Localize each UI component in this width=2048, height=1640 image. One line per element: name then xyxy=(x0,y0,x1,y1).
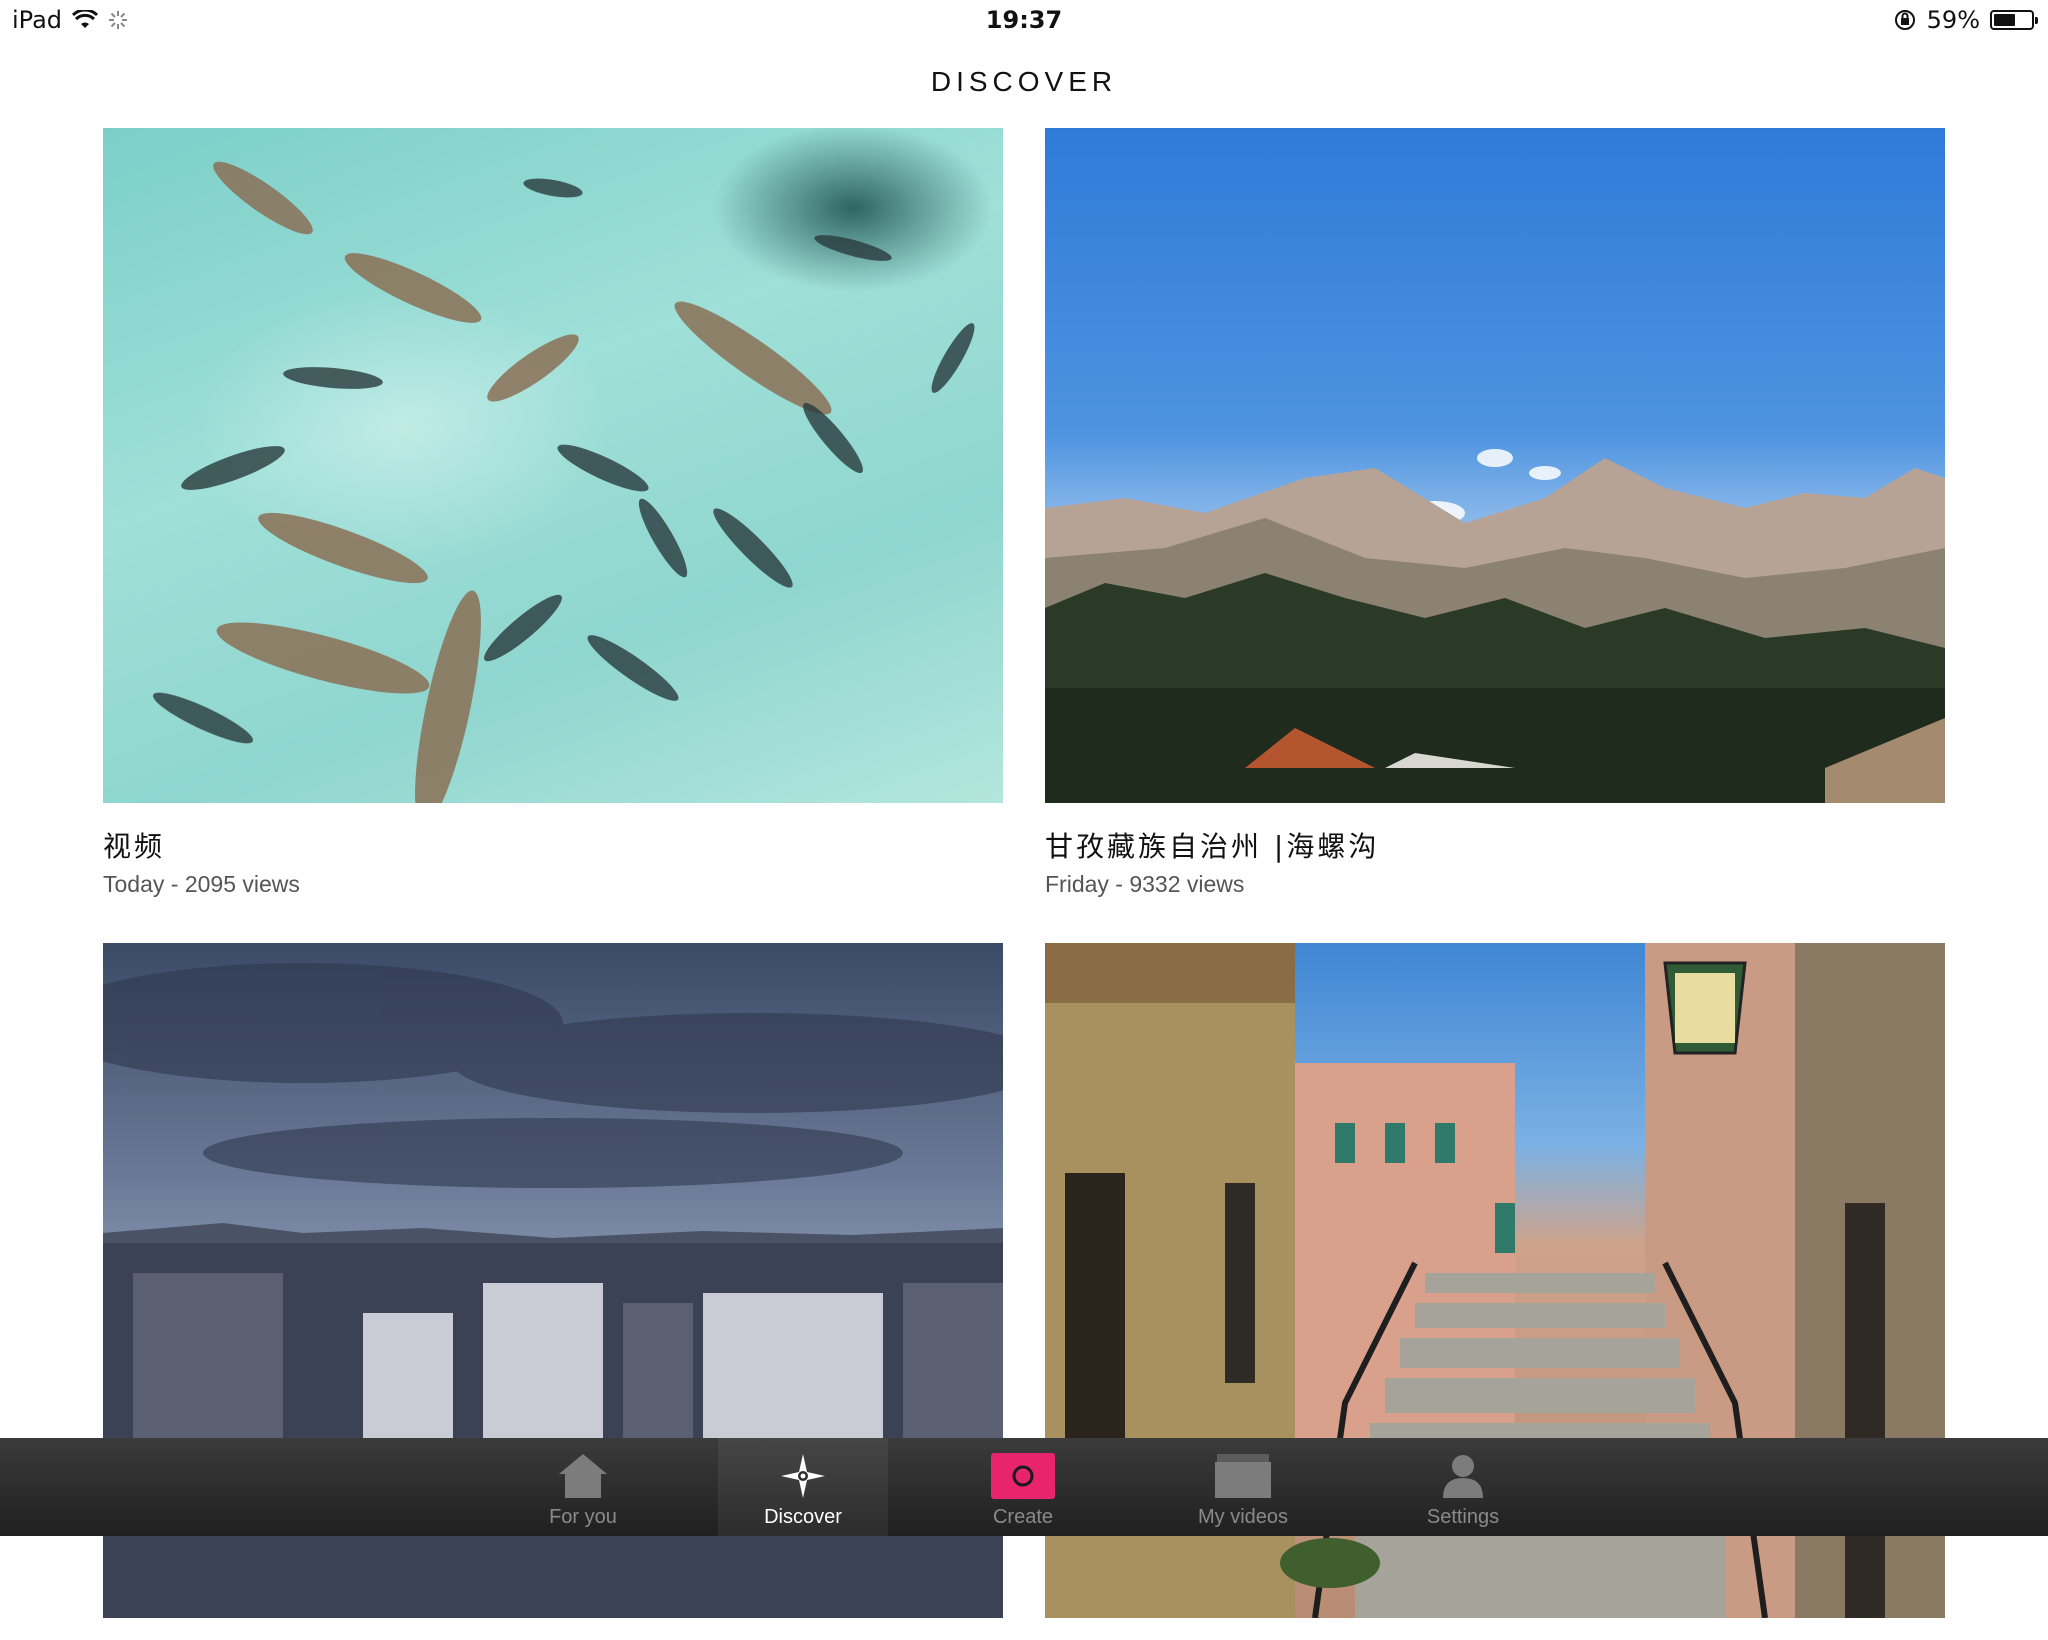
video-card[interactable]: 甘孜藏族自治州 |海螺沟 Friday - 9332 views xyxy=(1045,128,1945,898)
battery-level xyxy=(1994,14,2015,26)
tab-icon-wrap xyxy=(1158,1450,1328,1502)
status-time: 19:37 xyxy=(985,6,1063,34)
tab-icon-wrap xyxy=(938,1450,1108,1502)
tab-discover[interactable]: Discover xyxy=(718,1438,888,1536)
tab-icon-wrap xyxy=(1378,1450,1548,1502)
tab-label: My videos xyxy=(1197,1506,1289,1528)
video-title[interactable]: 甘孜藏族自治州 |海螺沟 xyxy=(1045,825,1945,865)
tab-icon-wrap xyxy=(718,1450,888,1502)
tab-label: Settings xyxy=(1426,1506,1500,1528)
house-icon xyxy=(559,1454,607,1498)
orientation-lock-icon xyxy=(1894,10,1915,30)
video-meta: Friday - 9332 views xyxy=(1045,871,1245,897)
tab-label: Discover xyxy=(764,1506,842,1528)
video-title[interactable]: 视频 xyxy=(103,825,1003,865)
video-thumbnail[interactable] xyxy=(103,128,1003,803)
mountain-image xyxy=(1045,449,1945,803)
status-bar: iPad 19:37 59% xyxy=(0,0,2048,44)
compass-star-icon xyxy=(781,1454,825,1498)
video-meta: Today - 2095 views xyxy=(103,871,300,897)
video-thumbnail[interactable] xyxy=(1045,128,1945,803)
sharks-image xyxy=(152,161,975,803)
tab-my-videos[interactable]: My videos xyxy=(1158,1438,1328,1536)
tab-bar: For you Discover Create My videos Settin… xyxy=(0,1438,2048,1536)
tab-label: Create xyxy=(992,1506,1054,1528)
tab-label: For you xyxy=(549,1506,617,1528)
tab-for-you[interactable]: For you xyxy=(498,1438,668,1536)
battery-percent: 59% xyxy=(1926,6,1980,34)
tab-settings[interactable]: Settings xyxy=(1378,1438,1548,1536)
status-right: 59% xyxy=(1893,6,2038,34)
video-stack-icon xyxy=(1215,1454,1271,1498)
page-title: DISCOVER xyxy=(930,66,1118,97)
record-icon xyxy=(991,1453,1055,1499)
video-card[interactable]: 视频 Today - 2095 views xyxy=(103,128,1003,898)
tab-create[interactable]: Create xyxy=(938,1438,1108,1536)
person-icon xyxy=(1443,1455,1483,1498)
battery-icon xyxy=(1990,10,2038,30)
tab-icon-wrap xyxy=(498,1450,668,1502)
